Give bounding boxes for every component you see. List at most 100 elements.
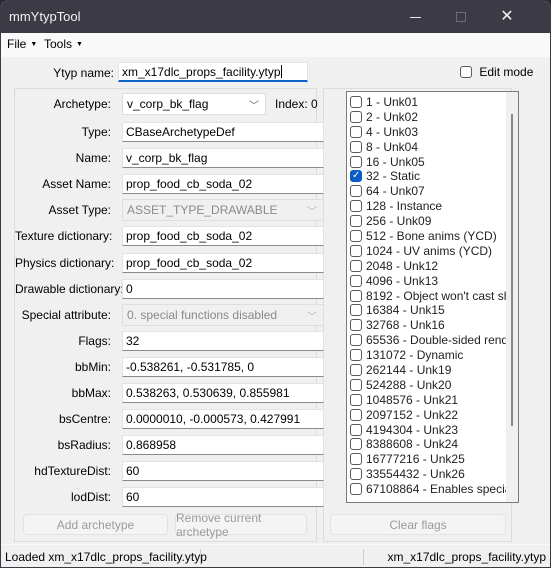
field-input[interactable]: 0.0000010, -0.000573, 0.427991 (122, 409, 324, 430)
field-input[interactable]: -0.538261, -0.531785, 0 (122, 356, 324, 377)
flag-item[interactable]: 8 - Unk04 (347, 140, 507, 155)
scrollbar-thumb[interactable] (511, 114, 513, 426)
checkbox-icon[interactable] (350, 215, 362, 228)
caret-down-icon: ▼ (76, 41, 83, 48)
window-title: mmYtypTool (9, 9, 81, 24)
flag-item[interactable]: 4096 - Unk13 (347, 274, 507, 289)
flag-label: 67108864 - Enables special attribute (366, 482, 507, 497)
flag-item[interactable]: 2097152 - Unk22 (347, 408, 507, 423)
flags-checklist[interactable]: 1 - Unk01 2 - Unk02 4 - Unk03 8 - Unk04 16 -… (346, 91, 519, 503)
flag-label: 8192 - Object won't cast shadow (366, 288, 507, 303)
checkbox-icon[interactable] (350, 155, 362, 168)
flag-label: 256 - Unk09 (366, 214, 432, 229)
flag-item[interactable]: 262144 - Unk19 (347, 363, 507, 378)
checkbox-checked-icon[interactable] (350, 169, 362, 184)
flags-scrollbar[interactable] (506, 92, 518, 502)
checkbox-icon[interactable] (350, 319, 362, 332)
flag-item[interactable]: 128 - Instance (347, 199, 507, 214)
checkbox-icon[interactable] (350, 304, 362, 317)
menu-file[interactable]: File ▼ (7, 37, 37, 51)
field-input[interactable]: 60 (122, 461, 324, 482)
maximize-icon (456, 12, 466, 22)
flag-label: 16 - Unk05 (366, 154, 425, 169)
checkbox-icon[interactable] (350, 110, 362, 123)
flag-item[interactable]: 256 - Unk09 (347, 214, 507, 229)
flag-item[interactable]: 524288 - Unk20 (347, 378, 507, 393)
menu-tools[interactable]: Tools ▼ (44, 37, 83, 51)
checkbox-icon[interactable] (350, 259, 362, 272)
flag-label: 32 - Static (366, 169, 421, 184)
checkbox-icon[interactable] (350, 438, 362, 451)
close-button[interactable]: ✕ (484, 1, 530, 33)
checkbox-icon[interactable] (350, 468, 362, 481)
edit-mode-checkbox[interactable]: Edit mode (460, 65, 533, 79)
flag-item[interactable]: 8192 - Object won't cast shadow (347, 289, 507, 304)
status-filename: xm_x17dlc_props_facility.ytyp (387, 550, 546, 564)
checkbox-icon[interactable] (350, 483, 362, 496)
ytyp-name-input[interactable]: xm_x17dlc_props_facility.ytyp (118, 62, 308, 82)
checkbox-icon[interactable] (350, 274, 362, 287)
checkbox-icon[interactable] (350, 349, 362, 362)
flag-item[interactable]: 512 - Bone anims (YCD) (347, 229, 507, 244)
field-input[interactable]: 0 (122, 278, 324, 299)
clear-flags-button[interactable]: Clear flags (330, 514, 506, 535)
field-label: bbMax: (71, 386, 111, 400)
checkbox-icon[interactable] (350, 393, 362, 406)
field-input[interactable]: prop_food_cb_soda_02 (122, 174, 324, 195)
flag-item[interactable]: 16 - Unk05 (347, 155, 507, 170)
checkbox-icon[interactable] (350, 364, 362, 377)
flag-item[interactable]: 1048576 - Unk21 (347, 393, 507, 408)
checkbox-icon[interactable] (350, 140, 362, 153)
add-archetype-button[interactable]: Add archetype (23, 514, 168, 535)
checkbox-icon[interactable] (350, 96, 362, 108)
archetype-select[interactable]: v_corp_bk_flag ﹀ (122, 93, 266, 115)
text-caret (280, 65, 282, 78)
flag-label: 131072 - Dynamic (366, 348, 464, 363)
field-select[interactable]: 0. special functions disabled ﹀ (122, 303, 324, 326)
field-select[interactable]: ASSET_TYPE_DRAWABLE ﹀ (122, 199, 324, 222)
field-input[interactable]: 0.868958 (122, 435, 324, 456)
field-input[interactable]: CBaseArchetypeDef (122, 122, 324, 142)
flag-item[interactable]: 131072 - Dynamic (347, 348, 507, 363)
minimize-button[interactable] (392, 1, 438, 33)
field-input[interactable]: prop_food_cb_soda_02 (122, 226, 324, 247)
field-input[interactable]: v_corp_bk_flag (122, 148, 324, 169)
checkbox-icon[interactable] (350, 185, 362, 198)
flag-item[interactable]: 65536 - Double-sided rendering (347, 333, 507, 348)
checkbox-icon[interactable] (350, 200, 362, 213)
checkbox-icon[interactable] (350, 244, 362, 257)
checkbox-icon[interactable] (350, 453, 362, 466)
flag-item[interactable]: 64 - Unk07 (347, 184, 507, 199)
field-input[interactable]: 0.538263, 0.530639, 0.855981 (122, 383, 324, 403)
flag-item[interactable]: 16777216 - Unk25 (347, 452, 507, 467)
flag-item[interactable]: 2 - Unk02 (347, 110, 507, 125)
checkbox-icon[interactable] (350, 423, 362, 436)
flag-item[interactable]: 8388608 - Unk24 (347, 437, 507, 452)
flag-item[interactable]: 32768 - Unk16 (347, 318, 507, 333)
checkbox-icon[interactable] (350, 408, 362, 421)
field-input[interactable]: prop_food_cb_soda_02 (122, 252, 324, 273)
flag-item[interactable]: 67108864 - Enables special attribute (347, 482, 507, 497)
flag-label: 33554432 - Unk26 (366, 467, 465, 482)
maximize-button[interactable] (438, 1, 484, 33)
checkbox-icon[interactable] (350, 230, 362, 243)
flag-item[interactable]: 4194304 - Unk23 (347, 423, 507, 438)
checkbox-icon[interactable] (350, 125, 362, 138)
field-input[interactable]: 60 (122, 487, 324, 508)
flag-item[interactable]: 4 - Unk03 (347, 125, 507, 140)
menu-bar: File ▼ Tools ▼ (1, 33, 550, 57)
flag-label: 16384 - Unk15 (366, 303, 445, 318)
flag-item[interactable]: 1 - Unk01 (347, 95, 507, 110)
field-input[interactable]: 32 (122, 330, 324, 351)
archetype-value: v_corp_bk_flag (127, 97, 209, 111)
flag-item[interactable]: 2048 - Unk12 (347, 259, 507, 274)
flag-item[interactable]: 33554432 - Unk26 (347, 467, 507, 482)
flag-item[interactable]: 16384 - Unk15 (347, 303, 507, 318)
checkbox-icon[interactable] (350, 378, 362, 391)
checkbox-icon[interactable] (350, 334, 362, 347)
flag-item[interactable]: 32 - Static (347, 169, 507, 184)
checkbox-icon[interactable] (350, 289, 362, 302)
remove-archetype-button[interactable]: Remove current archetype (175, 511, 307, 539)
flag-item[interactable]: 1024 - UV anims (YCD) (347, 244, 507, 259)
field-label: Flags: (78, 333, 111, 348)
